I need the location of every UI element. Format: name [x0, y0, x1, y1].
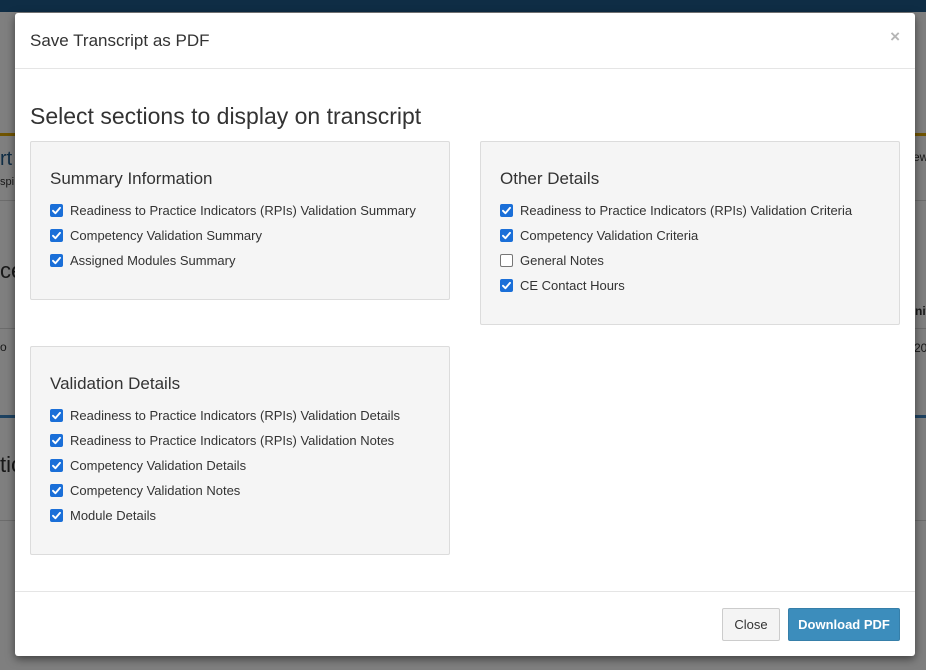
option-competency-validation-notes[interactable]: Competency Validation Notes: [50, 478, 430, 503]
checkmark-icon: [52, 256, 61, 265]
checkbox-checked[interactable]: [500, 204, 513, 217]
option-label: Competency Validation Summary: [70, 228, 262, 243]
option-label: CE Contact Hours: [520, 278, 625, 293]
option-label: Readiness to Practice Indicators (RPIs) …: [520, 203, 853, 218]
checkbox-checked[interactable]: [50, 204, 63, 217]
option-label: Competency Validation Notes: [70, 483, 241, 498]
panel-title: Summary Information: [50, 169, 213, 188]
option-competency-validation-criteria[interactable]: Competency Validation Criteria: [500, 223, 880, 248]
option-label: Module Details: [70, 508, 156, 523]
option-rpi-validation-notes[interactable]: Readiness to Practice Indicators (RPIs) …: [50, 428, 430, 453]
panel-title: Validation Details: [50, 374, 181, 393]
option-label: Competency Validation Details: [70, 458, 247, 473]
panel-title: Other Details: [500, 169, 600, 188]
checkmark-icon: [52, 511, 61, 520]
summary-information-panel: Summary Information Readiness to Practic…: [30, 141, 450, 300]
option-ce-contact-hours[interactable]: CE Contact Hours: [500, 273, 880, 298]
option-label: General Notes: [520, 253, 604, 268]
checkbox-checked[interactable]: [50, 459, 63, 472]
checkmark-icon: [52, 436, 61, 445]
option-competency-validation-details[interactable]: Competency Validation Details: [50, 453, 430, 478]
validation-details-panel: Validation Details Readiness to Practice…: [30, 346, 450, 555]
checkbox-unchecked[interactable]: [500, 254, 513, 267]
modal-title: Save Transcript as PDF: [30, 31, 210, 50]
option-label: Readiness to Practice Indicators (RPIs) …: [70, 433, 395, 448]
checkbox-checked[interactable]: [50, 229, 63, 242]
option-module-details[interactable]: Module Details: [50, 503, 430, 528]
option-label: Competency Validation Criteria: [520, 228, 699, 243]
other-details-panel: Other Details Readiness to Practice Indi…: [480, 141, 900, 325]
checkbox-checked[interactable]: [50, 409, 63, 422]
checkmark-icon: [502, 281, 511, 290]
option-assigned-modules-summary[interactable]: Assigned Modules Summary: [50, 248, 430, 273]
checkmark-icon: [502, 231, 511, 240]
checkbox-checked[interactable]: [50, 254, 63, 267]
modal-header: Save Transcript as PDF ×: [15, 13, 915, 69]
checkbox-checked[interactable]: [50, 484, 63, 497]
option-general-notes[interactable]: General Notes: [500, 248, 880, 273]
checkmark-icon: [52, 231, 61, 240]
checkmark-icon: [52, 411, 61, 420]
checkmark-icon: [502, 206, 511, 215]
checkmark-icon: [52, 486, 61, 495]
checkmark-icon: [52, 206, 61, 215]
option-rpi-validation-details[interactable]: Readiness to Practice Indicators (RPIs) …: [50, 403, 430, 428]
option-competency-validation-summary[interactable]: Competency Validation Summary: [50, 223, 430, 248]
checkmark-icon: [52, 461, 61, 470]
checkbox-checked[interactable]: [50, 434, 63, 447]
checkbox-checked[interactable]: [500, 279, 513, 292]
option-rpi-validation-criteria[interactable]: Readiness to Practice Indicators (RPIs) …: [500, 198, 880, 223]
close-button[interactable]: Close: [722, 608, 780, 641]
checkbox-checked[interactable]: [50, 509, 63, 522]
option-label: Readiness to Practice Indicators (RPIs) …: [70, 203, 416, 218]
modal-footer: Close Download PDF: [15, 591, 915, 656]
option-label: Assigned Modules Summary: [70, 253, 236, 268]
checkbox-checked[interactable]: [500, 229, 513, 242]
sections-heading: Select sections to display on transcript: [30, 103, 422, 129]
modal-body: Select sections to display on transcript…: [15, 70, 915, 591]
download-pdf-button[interactable]: Download PDF: [788, 608, 900, 641]
option-rpi-validation-summary[interactable]: Readiness to Practice Indicators (RPIs) …: [50, 198, 430, 223]
option-label: Readiness to Practice Indicators (RPIs) …: [70, 408, 400, 423]
close-icon[interactable]: ×: [890, 27, 900, 47]
save-transcript-modal: Save Transcript as PDF × Select sections…: [15, 13, 915, 656]
